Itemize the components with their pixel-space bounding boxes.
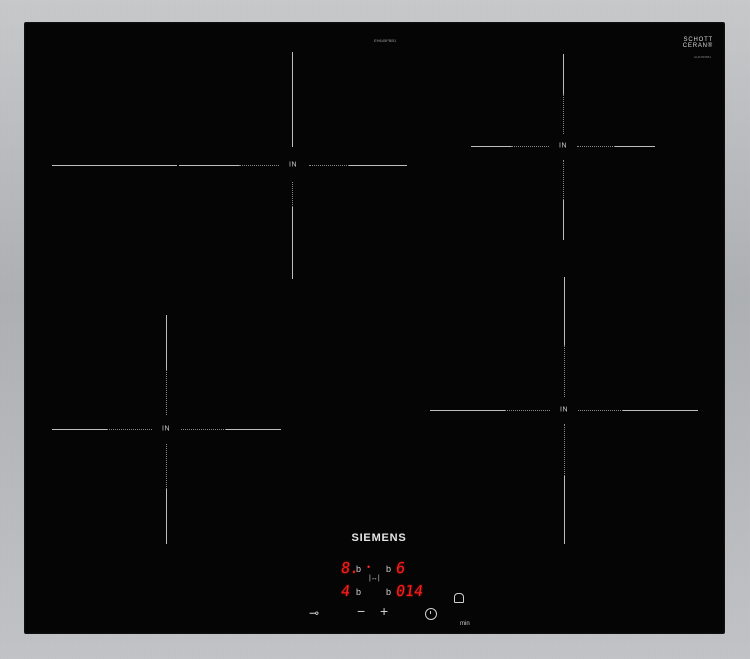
zone-mark-line — [179, 165, 239, 166]
zone-power-display-2[interactable]: 6 — [395, 559, 407, 577]
zone-mark-line — [349, 165, 407, 166]
zone-mark-line — [166, 444, 167, 489]
zone-mark-line — [564, 476, 565, 544]
zone-mark-line — [564, 424, 565, 476]
boost-indicator-1: b — [356, 564, 362, 574]
bell-icon[interactable] — [454, 593, 464, 603]
zone-mark-line — [563, 94, 564, 134]
zone-mark-line — [52, 429, 107, 430]
boost-indicator-2: b — [386, 564, 392, 574]
zone-label: IN — [162, 425, 170, 433]
zone-mark-line — [292, 52, 293, 147]
zone-mark-line — [563, 54, 564, 94]
zone-mark-line — [52, 165, 177, 166]
zone-mark-line — [578, 410, 623, 411]
zone-mark-line — [615, 146, 655, 147]
timer-display[interactable]: 014 — [395, 582, 425, 600]
zone-mark-line — [564, 345, 565, 397]
boost-indicator-4: b — [386, 587, 392, 597]
zone-mark-line — [107, 429, 152, 430]
glass-sub-code: EH645FBB1 — [694, 55, 711, 59]
zone-label: IN — [559, 142, 567, 150]
zone-mark-line — [309, 165, 349, 166]
zone-mark-line — [166, 489, 167, 544]
child-lock-icon[interactable]: ⊸ — [309, 607, 319, 619]
zone-mark-line — [166, 370, 167, 415]
minus-icon[interactable]: − — [357, 604, 365, 618]
zone-power-display-3[interactable]: 4 — [340, 582, 352, 600]
zone-mark-line — [563, 160, 564, 200]
plus-icon[interactable]: + — [380, 604, 388, 618]
model-code: EH645FBB1 — [374, 38, 397, 43]
schott-ceran-logo: SCHOTT CERAN® — [682, 37, 713, 49]
zone-mark-line — [292, 182, 293, 207]
ceramic-glass-surface: EH645FBB1 SCHOTT CERAN® EH645FBB1 IN IN — [24, 22, 725, 634]
brand-logo: SIEMENS — [351, 532, 407, 544]
stainless-steel-frame: EH645FBB1 SCHOTT CERAN® EH645FBB1 IN IN — [0, 0, 750, 659]
zone-mark-line — [226, 429, 281, 430]
zone-mark-line — [471, 146, 511, 147]
active-dot-indicator: • — [367, 562, 371, 572]
zone-label: IN — [289, 161, 297, 169]
zone-mark-line — [181, 429, 226, 430]
zone-mark-line — [563, 200, 564, 240]
boost-indicator-3: b — [356, 587, 362, 597]
timer-icon[interactable] — [425, 608, 437, 620]
range-indicator: |↔| — [369, 575, 380, 582]
zone-mark-line — [623, 410, 698, 411]
timer-unit-label: min — [460, 621, 470, 627]
zone-mark-line — [577, 146, 615, 147]
zone-label: IN — [560, 406, 568, 414]
zone-mark-line — [511, 146, 549, 147]
zone-mark-line — [505, 410, 550, 411]
zone-mark-line — [564, 277, 565, 345]
zone-mark-line — [239, 165, 279, 166]
zone-mark-line — [292, 207, 293, 279]
zone-mark-line — [430, 410, 505, 411]
zone-mark-line — [166, 315, 167, 370]
